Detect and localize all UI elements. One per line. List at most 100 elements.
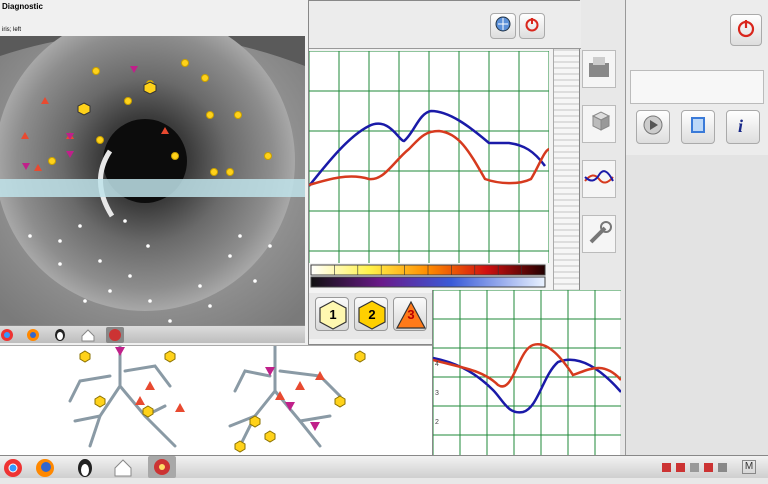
iris-marker-yellow [226, 168, 234, 176]
system-tray [660, 461, 740, 480]
play-icon [642, 114, 664, 141]
level-label: 2 [368, 307, 376, 322]
iris-marker-yellow [171, 152, 179, 160]
chart-settings-button[interactable] [490, 13, 516, 39]
graph-button[interactable] [582, 160, 616, 198]
printer-icon [583, 57, 615, 91]
svg-text:i: i [738, 116, 743, 136]
printer-button[interactable] [582, 50, 616, 88]
chrome-icon[interactable] [2, 457, 24, 484]
organ-marker-hex [94, 395, 106, 408]
iris-marker-white [168, 319, 172, 323]
power-icon [736, 18, 756, 43]
iris-marker-white [78, 224, 82, 228]
iris-app-icon[interactable] [148, 456, 176, 478]
iris-marker-yellow [181, 59, 189, 67]
y-tick-label: 2 [435, 419, 439, 426]
book-button[interactable] [681, 110, 715, 144]
right-control-panel: i [625, 0, 768, 155]
iris-side-label: iris; left [2, 27, 22, 33]
iris-marker-white [128, 274, 132, 278]
organ-marker-hex [354, 350, 366, 363]
tool-strip [580, 40, 618, 255]
iris-marker-yellow [124, 97, 132, 105]
iris-marker-white [238, 234, 242, 238]
organ-marker-hex [142, 405, 154, 418]
y-tick-label: 3 [435, 390, 439, 397]
organ-marker-hex [164, 350, 176, 363]
organ-marker-triangle [295, 381, 305, 390]
organ-marker-hex [234, 440, 246, 453]
level-label: 1 [329, 307, 337, 322]
iris-marker-yellow [96, 136, 104, 144]
wrench-icon [583, 221, 615, 256]
iris-marker-white [83, 299, 87, 303]
iris-marker-white [58, 262, 62, 266]
firefox-icon[interactable] [34, 457, 56, 484]
iris-marker-yellow [210, 168, 218, 176]
waveform-icon [583, 170, 615, 201]
info-icon: i [732, 114, 754, 141]
bottom-red-line [432, 342, 622, 388]
iris-marker-white [28, 234, 32, 238]
iris-marker-white [198, 284, 202, 288]
language-indicator[interactable]: M [742, 460, 756, 474]
iris-marker-yellow [48, 157, 56, 165]
iris-marker-yellow [92, 67, 100, 75]
right-empty-panel [625, 155, 768, 455]
iris-marker-white [98, 259, 102, 263]
iris-marker-white [253, 279, 257, 283]
home-icon[interactable] [112, 457, 134, 484]
iris-marker-white [148, 299, 152, 303]
organ-diagram-panel [0, 344, 432, 455]
organ-marker-triangle [135, 396, 145, 405]
iris-marker-yellow [201, 74, 209, 82]
tools-button[interactable] [582, 215, 616, 253]
play-button[interactable] [636, 110, 670, 144]
qq-penguin-icon[interactable] [74, 457, 96, 484]
level-button-3[interactable]: 3 [393, 297, 427, 331]
diagnostic-window: Diagnostic iris; left [0, 0, 310, 345]
organ-marker-hex [264, 430, 276, 443]
iris-marker-white [146, 244, 150, 248]
scan-band [0, 179, 305, 197]
iris-marker-yellow [264, 152, 272, 160]
organ-marker-purple [115, 347, 125, 356]
iris-marker-hex [143, 81, 157, 95]
main-taskbar: M [0, 455, 768, 478]
iris-marker-yellow [234, 111, 242, 119]
window-title: Diagnostic [2, 2, 43, 11]
book-icon [687, 114, 709, 141]
power-icon [524, 16, 540, 37]
iris-marker-yellow [206, 111, 214, 119]
chart-close-button[interactable] [519, 13, 545, 39]
bottom-graph: 4321.82.63.44.24.95.66.47.48.2 [432, 289, 625, 478]
iris-marker-white [123, 219, 127, 223]
level-label: 3 [407, 307, 415, 322]
organ-marker-hex [334, 395, 346, 408]
iris-image[interactable] [0, 36, 305, 326]
cubes-button[interactable] [582, 105, 616, 143]
power-button[interactable] [730, 14, 762, 46]
globe-icon [495, 16, 511, 37]
y-tick-label: 4 [435, 361, 439, 368]
color-scale [309, 263, 549, 291]
comparison-graph-svg [308, 50, 550, 263]
comparison-graph [308, 50, 550, 263]
series-blue-line [308, 109, 547, 187]
iris-marker-hex [77, 102, 91, 116]
iris-marker-white [228, 254, 232, 258]
organ-marker-hex [249, 415, 261, 428]
iris-marker-white [268, 244, 272, 248]
info-button[interactable]: i [726, 110, 760, 144]
iris-marker-white [58, 239, 62, 243]
status-field [630, 70, 764, 104]
organ-marker-purple [310, 422, 320, 431]
organ-marker-hex [79, 350, 91, 363]
iris-marker-white [208, 304, 212, 308]
level-button-1[interactable]: 1 [315, 297, 349, 331]
cubes-icon [583, 111, 615, 146]
organ-marker-triangle [145, 381, 155, 390]
level-button-2[interactable]: 2 [354, 297, 388, 331]
organ-marker-triangle [175, 403, 185, 412]
